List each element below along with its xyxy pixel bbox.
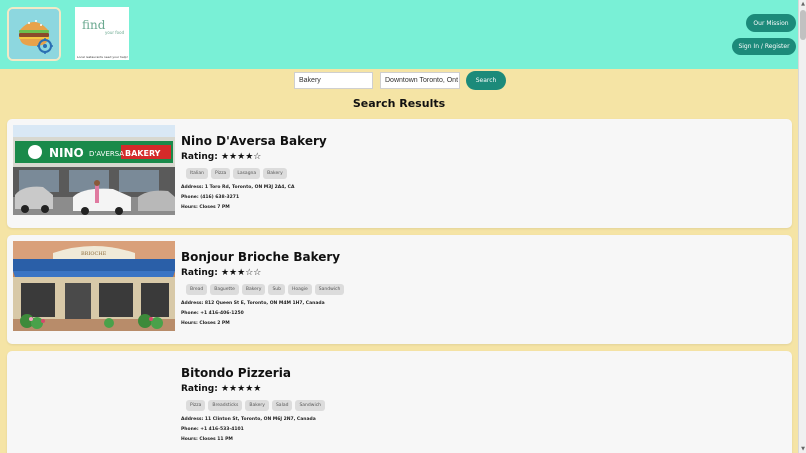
top-header: find your food Local restaurants need yo… [0,0,798,69]
tag-chip[interactable]: Pizza [210,168,231,179]
tag-chip[interactable]: Breadsticks [208,400,243,411]
rating-stars: ★★★★☆ [220,152,262,162]
restaurant-hours: Hours: Closes 11 PM [181,437,233,442]
restaurant-phone: Phone: +1 416-533-4101 [181,427,244,432]
sign-text-daversa: D'AVERSA [89,150,124,158]
location-search-input[interactable]: Downtown Toronto, Ont [380,72,460,89]
restaurant-photo[interactable]: NINO D'AVERSA BAKERY [13,125,175,215]
rating-label: Rating: [181,152,218,162]
results-title: Search Results [352,97,446,110]
logo-tagline: Local restaurants need your help! [77,55,128,59]
tag-list: Pizza Breadsticks Bakery Salad Sandwich [186,400,326,411]
scrollbar-thumb[interactable] [800,10,806,40]
tag-chip[interactable]: Lasagna [233,168,261,179]
rating-stars: ★★★★★ [220,384,262,394]
sign-in-register-button[interactable]: Sign In / Register [732,38,796,55]
restaurant-card[interactable]: NINO D'AVERSA BAKERY Nino D'Aversa Baker… [7,119,792,228]
search-button[interactable]: Search [466,71,506,90]
tag-chip[interactable]: Bread [186,284,208,295]
rating-label: Rating: [181,268,218,278]
scroll-up-icon[interactable]: ▲ [800,1,806,7]
scroll-down-icon[interactable]: ▼ [800,446,806,452]
restaurant-photo[interactable]: BRIOCHE [13,241,175,331]
tag-chip[interactable]: Sandwich [295,400,326,411]
tag-chip[interactable]: Salad [271,400,293,411]
category-search-input[interactable]: Bakery [294,72,373,89]
restaurant-rating: Rating: ★★★★☆ [181,152,261,162]
burger-logo[interactable] [7,7,61,61]
tag-chip[interactable]: Baguette [210,284,239,295]
sign-text-bakery: BAKERY [125,149,161,158]
findyourfood-logo[interactable]: find your food Local restaurants need yo… [75,7,129,60]
tag-list: Bread Baguette Bakery Sub Hoagie Sandwic… [186,284,345,295]
rating-stars: ★★★☆☆ [220,268,262,278]
restaurant-card[interactable]: BRIOCHE Bonjour Brioche Bakery Rating: ★… [7,235,792,344]
logo-find-text: find [82,18,106,32]
restaurant-photo-placeholder [13,357,175,447]
tag-chip[interactable]: Hoagie [288,284,312,295]
tag-chip[interactable]: Bakery [241,284,266,295]
sign-text-nino: NINO [49,146,84,160]
page-scrollbar[interactable]: ▲ ▼ [798,0,806,453]
restaurant-rating: Rating: ★★★★★ [181,384,261,394]
tag-chip[interactable]: Bakery [263,168,287,179]
tag-chip[interactable]: Sandwich [314,284,345,295]
restaurant-name[interactable]: Nino D'Aversa Bakery [181,134,327,148]
tag-chip[interactable]: Sub [268,284,286,295]
tag-chip[interactable]: Pizza [186,400,206,411]
rating-label: Rating: [181,384,218,394]
our-mission-button[interactable]: Our Mission [746,14,796,32]
logo-food-text: your food [105,30,125,35]
restaurant-rating: Rating: ★★★☆☆ [181,268,261,278]
restaurant-phone: Phone: +1 416-406-1250 [181,311,244,316]
restaurant-hours: Hours: Closes 7 PM [181,205,230,210]
restaurant-address: Address: 1 Toro Rd, Toronto, ON M3J 2A4,… [181,185,295,190]
restaurant-name[interactable]: Bitondo Pizzeria [181,366,291,380]
restaurant-address: Address: 812 Queen St E, Toronto, ON M4M… [181,301,325,306]
restaurant-address: Address: 11 Clinton St, Toronto, ON M6J … [181,417,316,422]
restaurant-phone: Phone: (416) 638-3271 [181,195,240,200]
restaurant-name[interactable]: Bonjour Brioche Bakery [181,250,340,264]
tag-chip[interactable]: Bakery [245,400,269,411]
sign-text-brioche: BRIOCHE [81,251,107,257]
tag-chip[interactable]: Italian [186,168,208,179]
restaurant-card[interactable]: Bitondo Pizzeria Rating: ★★★★★ Pizza Bre… [7,351,792,453]
restaurant-hours: Hours: Closes 2 PM [181,321,230,326]
tag-list: Italian Pizza Lasagna Bakery [186,168,287,179]
